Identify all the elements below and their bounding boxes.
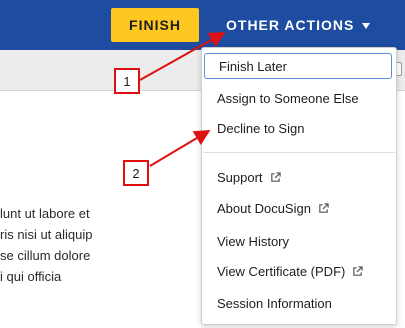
menu-item-label: Decline to Sign <box>217 120 305 136</box>
header-bar: FINISH OTHER ACTIONS <box>0 0 405 50</box>
menu-item-decline[interactable]: Decline to Sign <box>202 114 396 142</box>
external-link-icon <box>319 202 329 213</box>
other-actions-button[interactable]: OTHER ACTIONS <box>226 8 371 42</box>
menu-item-support[interactable]: Support <box>202 163 396 191</box>
document-line: ris nisi ut aliquip <box>0 227 93 242</box>
menu-item-view-certificate[interactable]: View Certificate (PDF) <box>202 257 396 285</box>
callout-badge-2: 2 <box>123 160 149 186</box>
external-link-icon <box>270 171 281 182</box>
menu-item-view-history[interactable]: View History <box>202 227 396 255</box>
other-actions-label: OTHER ACTIONS <box>226 17 355 33</box>
menu-item-about[interactable]: About DocuSign <box>202 194 396 222</box>
menu-item-session-info[interactable]: Session Information <box>202 289 396 317</box>
menu-item-assign[interactable]: Assign to Someone Else <box>202 84 396 112</box>
callout-badge-1: 1 <box>114 68 140 94</box>
menu-item-finish-later[interactable]: Finish Later <box>204 53 392 79</box>
menu-item-label: Assign to Someone Else <box>217 90 359 106</box>
menu-item-label: View History <box>217 233 290 249</box>
document-line: se cillum dolore <box>0 248 91 263</box>
document-line: i qui officia <box>0 269 62 284</box>
menu-item-label: About DocuSign <box>217 200 311 216</box>
document-line: lunt ut labore et <box>0 206 90 221</box>
external-link-icon <box>353 265 364 276</box>
menu-divider <box>203 152 395 153</box>
menu-item-label: Finish Later <box>219 58 287 74</box>
menu-item-label: Session Information <box>217 295 332 311</box>
menu-item-label: View Certificate (PDF) <box>217 263 346 279</box>
other-actions-menu: Finish Later Assign to Someone Else Decl… <box>201 47 397 325</box>
finish-button[interactable]: FINISH <box>111 8 199 42</box>
menu-item-label: Support <box>217 169 263 185</box>
caret-down-icon <box>362 22 371 29</box>
